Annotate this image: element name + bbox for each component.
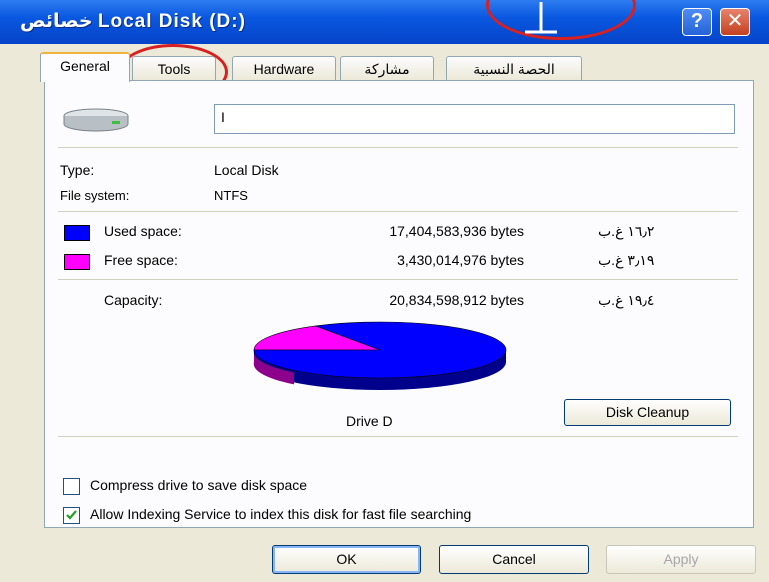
apply-button[interactable]: Apply (606, 545, 756, 574)
title-bar[interactable]: خصائص Local Disk (D:) ? ✕ (0, 0, 769, 44)
tab-sharing[interactable]: مشاركة (340, 56, 434, 80)
free-space-swatch (64, 254, 90, 270)
title-prefix: خصائص (20, 11, 93, 32)
tab-general[interactable]: General (40, 52, 130, 82)
free-space-bytes: 3,430,014,976 bytes (397, 252, 524, 268)
close-button[interactable]: ✕ (720, 8, 750, 36)
divider (58, 211, 738, 212)
drive-label: Drive D (346, 413, 393, 429)
divider (58, 436, 738, 437)
text-cursor-icon (525, 2, 557, 34)
free-space-label: Free space: (104, 252, 178, 268)
used-space-label: Used space: (104, 223, 182, 239)
cancel-button[interactable]: Cancel (439, 545, 589, 574)
hard-drive-icon (63, 108, 129, 132)
indexing-label: Allow Indexing Service to index this dis… (90, 506, 472, 522)
compress-checkbox[interactable] (63, 478, 80, 495)
capacity-label: Capacity: (104, 292, 163, 308)
properties-dialog: خصائص Local Disk (D:) ? ✕ General Tools … (0, 0, 769, 582)
compress-label: Compress drive to save disk space (90, 477, 308, 493)
divider (58, 279, 738, 280)
divider (58, 147, 738, 148)
used-space-size: ١٦٫٢ غ.ب (598, 223, 655, 239)
filesystem-label: File system: (60, 188, 130, 203)
tab-quota[interactable]: الحصة النسبية (446, 56, 582, 80)
used-space-bytes: 17,404,583,936 bytes (389, 223, 524, 239)
window-title: خصائص Local Disk (D:) (20, 10, 246, 33)
used-space-swatch (64, 225, 90, 241)
free-space-size: ٣٫١٩ غ.ب (598, 252, 655, 268)
title-drive: Local Disk (D:) (97, 11, 246, 32)
help-button[interactable]: ? (682, 8, 712, 36)
ok-button[interactable]: OK (272, 545, 421, 574)
disk-cleanup-button[interactable]: Disk Cleanup (564, 399, 731, 426)
capacity-size: ١٩٫٤ غ.ب (598, 292, 655, 308)
indexing-checkbox[interactable] (63, 507, 80, 524)
type-value: Local Disk (214, 162, 279, 178)
tab-hardware[interactable]: Hardware (232, 56, 336, 80)
type-label: Type: (60, 162, 95, 178)
checkmark-icon (66, 510, 77, 520)
tab-strip: General Tools Hardware مشاركة الحصة النس… (40, 52, 600, 82)
drive-name-input[interactable]: I (214, 104, 735, 134)
disk-usage-pie-chart (253, 321, 507, 390)
capacity-bytes: 20,834,598,912 bytes (389, 292, 524, 308)
filesystem-value: NTFS (214, 188, 248, 203)
